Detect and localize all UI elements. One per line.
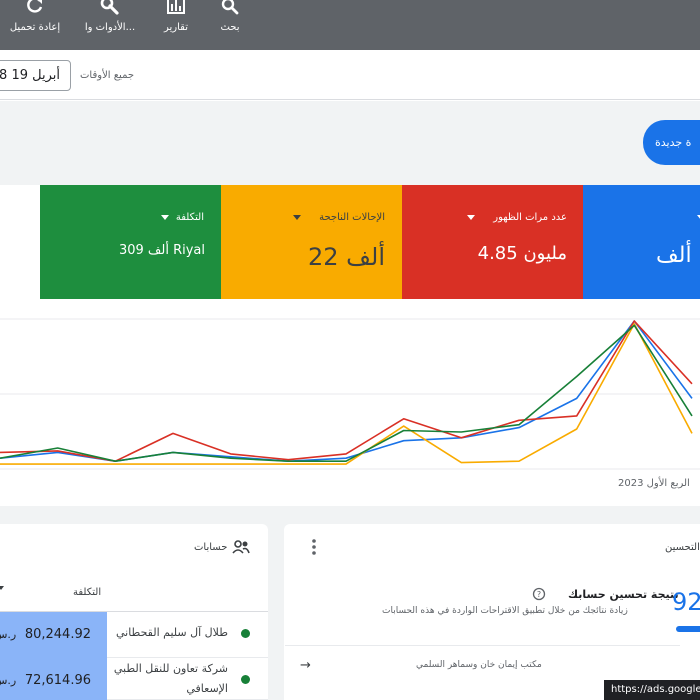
metric-tile-cost[interactable]: التكلفة 309 ألف Riyal (40, 185, 221, 299)
sort-arrow-icon (0, 586, 4, 590)
caret-down-icon (467, 215, 475, 220)
account-name-line-2: الإسعافي (186, 682, 228, 695)
metric-value-impressions: 4.85 مليون (477, 243, 567, 264)
performance-line-chart (0, 318, 700, 470)
cost-value: 80,244.92 (24, 627, 91, 642)
optimization-card-title: التحسين (665, 542, 700, 553)
metric-value-cost: 309 ألف Riyal (118, 243, 205, 258)
svg-text:?: ? (537, 590, 541, 599)
arrow-forward-icon[interactable]: → (300, 658, 311, 673)
tools-button[interactable]: الأدوات وا... (70, 0, 150, 50)
score-description: زيادة نتائجك من خلال تطبيق الاقتراحات ال… (382, 606, 628, 616)
account-name[interactable]: طلال آل سليم القحطاني (116, 626, 228, 639)
table-row[interactable]: ر.س 72,614.96 شركة تعاون للنقل الطبي الإ… (0, 658, 268, 700)
metric-value-clicks: ألف (656, 243, 692, 268)
refresh-icon (27, 0, 43, 13)
tools-label: الأدوات وا... (84, 22, 136, 33)
metrics-spacer (0, 185, 40, 299)
accounts-table-header: التكلفة (0, 580, 268, 612)
metric-label-conversions: الإحالات الناجحة (319, 212, 385, 223)
cost-value: 72,614.96 (24, 673, 91, 688)
accounts-icon (232, 540, 250, 554)
status-url-bar: https://ads.google (604, 680, 700, 700)
series-line-0 (0, 320, 693, 462)
metric-value-conversions: 22 ألف (308, 243, 385, 271)
refresh-button[interactable]: إعادة تحميل (0, 0, 75, 50)
date-range-picker[interactable]: 8 أبريل 19 (0, 60, 71, 91)
table-row[interactable]: ر.س 80,244.92 طلال آل سليم القحطاني (0, 612, 268, 658)
series-line-3 (0, 324, 693, 462)
wrench-icon (100, 0, 119, 15)
help-icon[interactable]: ? (532, 587, 546, 601)
score-progress-bar (676, 626, 700, 632)
footer-recommendation-text[interactable]: مكتب إيمان خان وسماهر السلمي (416, 660, 542, 670)
metric-tile-conversions[interactable]: الإحالات الناجحة 22 ألف (221, 185, 402, 299)
score-heading: نتيجة تحسين حسابك (568, 588, 679, 601)
account-name[interactable]: شركة تعاون للنقل الطبي (114, 662, 228, 675)
cost-currency: ر.س (0, 628, 17, 641)
new-campaign-button[interactable]: ة جديدة (643, 120, 700, 165)
chart-x-axis-label: الربع الأول 2023 (618, 478, 690, 489)
caret-down-icon (293, 215, 301, 220)
series-line-1 (0, 320, 693, 462)
accounts-card-title: حسابات (194, 542, 228, 553)
search-icon (221, 0, 239, 15)
status-enabled-icon (241, 675, 250, 684)
metric-label-cost: التكلفة (175, 212, 204, 223)
metric-tile-clicks[interactable]: ألف (583, 185, 700, 299)
caret-down-icon (161, 215, 169, 220)
date-range-label: جميع الأوقات (80, 70, 135, 81)
top-toolbar: بحث تقارير الأدوات وا... إعادة تحميل (0, 0, 700, 50)
metric-label-impressions: عدد مرات الظهور (493, 212, 567, 223)
cost-cell: ر.س 72,614.96 (0, 658, 107, 700)
refresh-label: إعادة تحميل (9, 22, 61, 33)
optimization-score-value: 92 (672, 588, 700, 616)
divider (285, 645, 680, 646)
bar-chart-icon (167, 0, 185, 14)
more-options-icon[interactable] (309, 538, 319, 556)
cost-cell: ر.س 80,244.92 (0, 612, 107, 658)
status-enabled-icon (241, 629, 250, 638)
metric-tile-impressions[interactable]: عدد مرات الظهور 4.85 مليون (402, 185, 583, 299)
cost-currency: ر.س (0, 674, 17, 687)
cost-column-header[interactable]: التكلفة (73, 587, 101, 598)
filter-bar: 8 أبريل 19 جميع الأوقات (0, 50, 700, 100)
